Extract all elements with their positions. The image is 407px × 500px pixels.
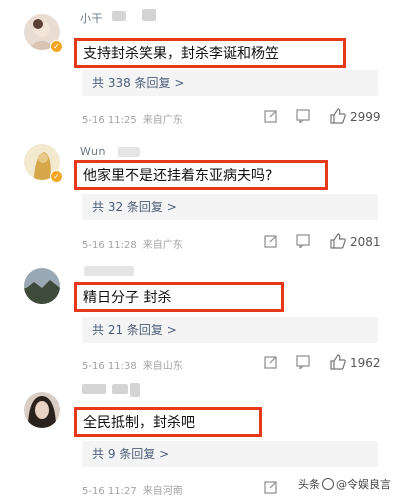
comment-meta: 5-16 11:28 来自广东 xyxy=(82,236,189,251)
comment-icon[interactable] xyxy=(296,109,310,123)
avatar[interactable] xyxy=(24,392,60,428)
verified-badge-icon: ✓ xyxy=(50,40,63,53)
watermark-prefix: 头条 xyxy=(298,478,320,491)
comment-date: 5-16 11:28 xyxy=(82,240,137,251)
like-button[interactable]: 1962 xyxy=(330,354,381,370)
verified-badge-icon: ✓ xyxy=(50,170,63,183)
like-button[interactable]: 2999 xyxy=(330,108,381,124)
comment-text: 他家里不是还挂着东亚病夫吗? xyxy=(74,160,328,190)
view-replies-link[interactable]: 共 9 条回复 > xyxy=(82,441,378,467)
view-replies-link[interactable]: 共 32 条回复 > xyxy=(82,194,378,220)
comment-location: 来自广东 xyxy=(142,115,183,126)
avatar[interactable] xyxy=(24,268,60,304)
blurred-username xyxy=(112,11,126,21)
blurred-username xyxy=(84,266,134,276)
share-edit-icon[interactable] xyxy=(264,355,278,369)
blurred-username xyxy=(112,384,128,394)
comment-meta: 5-16 11:27 来自河南 xyxy=(82,482,189,497)
comment-text: 支持封杀笑果，封杀李诞和杨笠 xyxy=(74,38,346,68)
blurred-username xyxy=(82,384,106,394)
view-replies-link[interactable]: 共 338 条回复 > xyxy=(82,70,378,96)
comment-text: 精日分子 封杀 xyxy=(74,282,284,312)
like-count: 1962 xyxy=(350,356,381,370)
comment-meta: 5-16 11:25 来自广东 xyxy=(82,111,189,126)
source-watermark: 头条 @令娱良言 xyxy=(298,476,391,492)
thumbs-up-icon xyxy=(330,108,346,124)
like-button[interactable]: 2081 xyxy=(330,233,381,249)
comment-date: 5-16 11:27 xyxy=(82,486,137,497)
blurred-username xyxy=(130,383,140,397)
username[interactable]: Wun xyxy=(80,145,106,158)
comment-icon[interactable] xyxy=(296,234,310,248)
comment-icon[interactable] xyxy=(296,355,310,369)
watermark-logo-icon xyxy=(322,478,334,490)
blurred-username xyxy=(118,147,140,157)
view-replies-link[interactable]: 共 21 条回复 > xyxy=(82,317,378,343)
comment-location: 来自河南 xyxy=(142,486,183,497)
comment-location: 来自广东 xyxy=(142,240,183,251)
comment-text: 全民抵制，封杀吧 xyxy=(74,407,262,437)
like-count: 2999 xyxy=(350,110,381,124)
thumbs-up-icon xyxy=(330,354,346,370)
share-edit-icon[interactable] xyxy=(264,234,278,248)
blurred-username xyxy=(142,9,156,21)
share-edit-icon[interactable] xyxy=(264,480,278,494)
username[interactable]: 小干 xyxy=(80,10,103,26)
thumbs-up-icon xyxy=(330,233,346,249)
like-count: 2081 xyxy=(350,235,381,249)
comment-date: 5-16 11:38 xyxy=(82,361,137,372)
share-edit-icon[interactable] xyxy=(264,109,278,123)
comment-meta: 5-16 11:38 来自山东 xyxy=(82,357,189,372)
comment-location: 来自山东 xyxy=(142,361,183,372)
comment-date: 5-16 11:25 xyxy=(82,115,137,126)
watermark-handle: @令娱良言 xyxy=(336,478,391,491)
